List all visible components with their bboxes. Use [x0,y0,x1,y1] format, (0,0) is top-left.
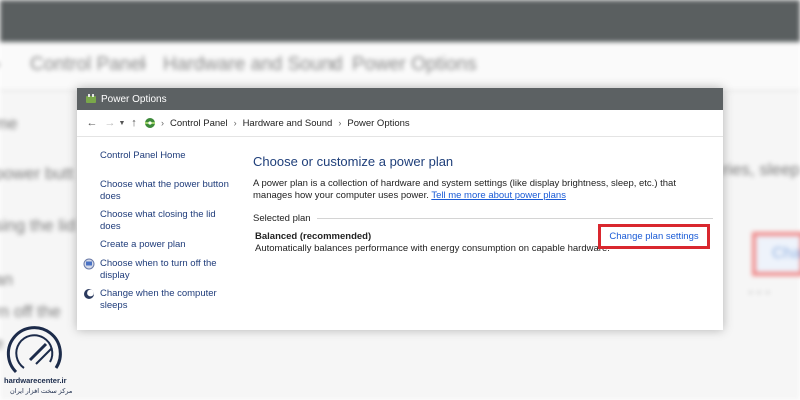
breadcrumb-control-panel[interactable]: Control Panel [170,118,228,129]
selected-plan-section: Selected plan [253,213,713,224]
plan-description: Automatically balances performance with … [255,243,610,254]
plan-name: Balanced (recommended) [255,231,372,242]
power-options-window: Power Options ← → ▼ ↑ › Control Panel › … [77,88,723,330]
background-sidebar-text: sing the lid [0,216,76,235]
background-crumb-1: Control Panel [30,54,146,75]
sidebar-item-control-panel-home[interactable]: Control Panel Home [100,150,186,162]
logo-tagline: مرکز سخت افزار ایران [10,388,73,395]
sidebar-item-closing-lid[interactable]: Choose what closing the lid does [100,209,230,233]
breadcrumb-power-options[interactable]: Power Options [347,118,409,129]
sidebar-item-turn-off-display[interactable]: Choose when to turn off the display [83,258,230,282]
background-crumb-2: Hardware and Sound [163,54,343,75]
change-plan-settings-link[interactable]: Change plan settings [598,224,710,249]
breadcrumb-hardware-and-sound[interactable]: Hardware and Sound [243,118,333,129]
breadcrumb-separator: › [233,118,237,128]
address-bar: ← → ▼ ↑ › Control Panel › Hardware and S… [77,110,723,137]
sidebar-item-computer-sleeps[interactable]: Change when the computer sleeps [84,288,230,312]
description: A power plan is a collection of hardware… [253,178,715,202]
background-text: - - - [748,283,770,299]
background-sidebar-text: power butt [0,164,74,183]
breadcrumb-separator: › [161,118,164,128]
background-crumb-sep: › [140,54,147,75]
power-options-icon [86,94,96,103]
background-titlebar [0,0,800,42]
main-content: Choose or customize a power plan A power… [253,154,713,254]
moon-icon [84,289,94,299]
monitor-icon [83,258,95,270]
up-button[interactable]: ↑ [127,117,141,129]
sidebar-item-create-power-plan[interactable]: Create a power plan [100,239,186,251]
background-sidebar-text: an [0,270,13,289]
window-title: Power Options [101,93,167,105]
breadcrumb-separator: › [338,118,342,128]
divider [316,218,713,219]
sidebar-item-power-button[interactable]: Choose what the power button does [100,179,240,203]
background-description: ries, sleep [722,160,800,179]
forward-button[interactable]: → [103,117,117,129]
background-change-plan-button: Chan [752,232,800,276]
back-button[interactable]: ← [85,117,99,129]
background-crumb-sep: › [330,54,337,75]
sidebar-item-label: Change when the computer sleeps [100,288,217,311]
titlebar: Power Options [77,88,723,110]
background-sidebar-text: me [0,114,18,133]
background-crumb-3: Power Options [352,54,477,75]
control-panel-icon [145,118,155,128]
recent-locations-button[interactable]: ▼ [117,120,127,127]
sidebar-item-label: Choose when to turn off the display [100,258,217,281]
selected-plan-label: Selected plan [253,213,311,224]
page-title: Choose or customize a power plan [253,154,454,169]
tell-me-more-link[interactable]: Tell me more about power plans [431,190,566,201]
logo-name: hardwarecenter.ir [4,376,67,385]
